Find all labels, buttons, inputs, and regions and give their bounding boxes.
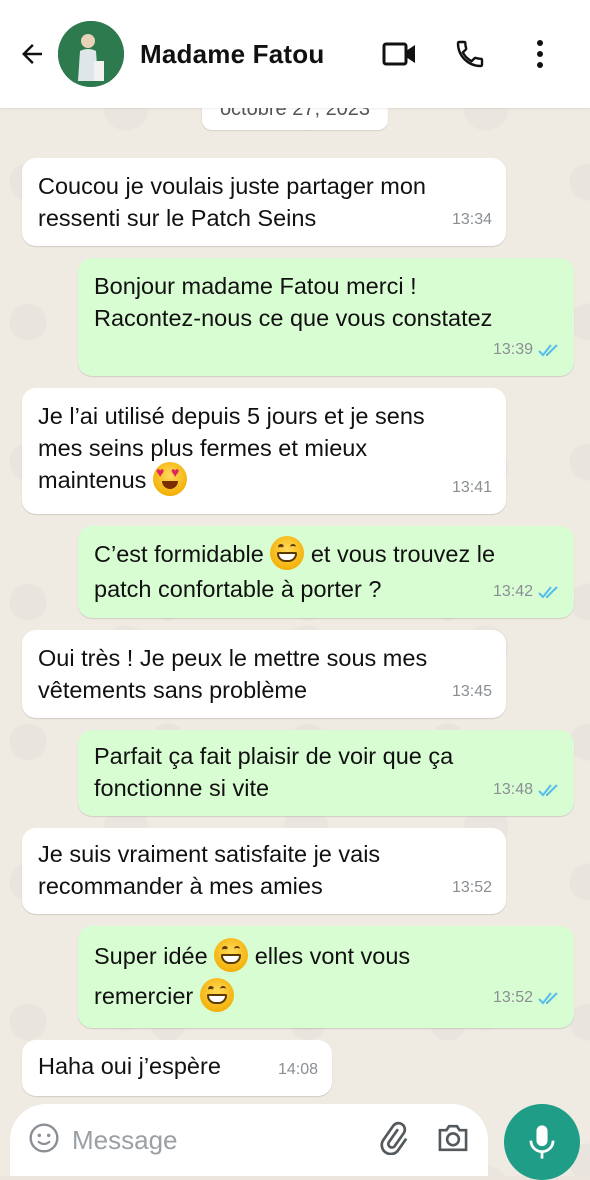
grin-emoji-icon xyxy=(199,977,234,1012)
message-time: 13:39 xyxy=(492,341,533,358)
message-time: 14:08 xyxy=(277,1061,318,1078)
message-time: 13:41 xyxy=(451,479,492,496)
message-incoming[interactable]: Oui très ! Je peux le mettre sous mes vê… xyxy=(22,630,506,718)
message-outgoing[interactable]: Bonjour madame Fatou merci ! Racontez-no… xyxy=(78,258,574,376)
message-time: 13:52 xyxy=(451,879,492,896)
message-text: ressenti sur le Patch Seins xyxy=(38,205,317,231)
message-text: Je suis vraiment satisfaite je vais xyxy=(38,841,381,867)
mic-icon[interactable] xyxy=(504,1104,580,1180)
message-text: Haha oui j’espère xyxy=(38,1053,221,1079)
emoji-icon[interactable] xyxy=(28,1122,60,1159)
message-text: maintenus xyxy=(38,467,147,493)
grin-emoji-icon xyxy=(214,937,249,972)
read-receipt-icon xyxy=(538,784,558,797)
message-text: remercier xyxy=(94,983,194,1009)
message-text: Je l’ai utilisé depuis 5 jours et je sen… xyxy=(38,403,425,429)
message-text: et vous trouvez le xyxy=(310,541,496,567)
attach-icon[interactable] xyxy=(376,1121,410,1160)
message-time: 13:45 xyxy=(451,683,492,700)
grin-emoji-icon xyxy=(270,535,305,570)
avatar[interactable] xyxy=(58,21,124,87)
message-incoming[interactable]: Coucou je voulais juste partager mon res… xyxy=(22,158,506,246)
video-call-icon[interactable] xyxy=(380,34,420,74)
message-incoming[interactable]: Haha oui j’espère 14:08 xyxy=(22,1040,332,1096)
message-text: Coucou je voulais juste partager mon xyxy=(38,173,426,199)
message-text: fonctionne si vite xyxy=(94,775,270,801)
message-outgoing[interactable]: Parfait ça fait plaisir de voir que ça f… xyxy=(78,730,574,816)
camera-icon[interactable] xyxy=(436,1123,470,1158)
message-incoming[interactable]: Je l’ai utilisé depuis 5 jours et je sen… xyxy=(22,388,506,514)
chat-header: Madame Fatou xyxy=(0,0,590,108)
contact-name[interactable]: Madame Fatou xyxy=(140,39,324,70)
message-input-bar[interactable]: Message xyxy=(10,1104,488,1176)
read-receipt-icon xyxy=(538,586,558,599)
voice-call-icon[interactable] xyxy=(450,34,490,74)
message-time: 13:42 xyxy=(492,583,533,600)
message-text: Oui très ! Je peux le mettre sous mes xyxy=(38,645,428,671)
message-outgoing[interactable]: C’est formidable et vous trouvez le patc… xyxy=(78,526,574,618)
message-incoming[interactable]: Je suis vraiment satisfaite je vais reco… xyxy=(22,828,506,914)
message-text: recommander à mes amies xyxy=(38,873,323,899)
read-receipt-icon xyxy=(538,992,558,1005)
message-input[interactable]: Message xyxy=(72,1125,178,1156)
back-arrow-icon[interactable] xyxy=(10,32,54,76)
message-text: C’est formidable xyxy=(94,541,264,567)
message-text: patch confortable à porter ? xyxy=(94,575,382,602)
message-text: Super idée xyxy=(94,943,208,969)
message-time: 13:48 xyxy=(492,781,533,798)
message-time: 13:52 xyxy=(492,989,533,1006)
more-options-icon[interactable] xyxy=(520,34,560,74)
message-text: Bonjour madame Fatou merci ! xyxy=(94,273,417,299)
message-text: Parfait ça fait plaisir de voir que ça xyxy=(94,743,454,769)
heart-eyes-emoji-icon xyxy=(152,461,187,496)
message-time: 13:34 xyxy=(451,211,492,228)
message-text: vêtements sans problème xyxy=(38,677,308,703)
read-receipt-icon xyxy=(538,344,558,357)
message-outgoing[interactable]: Super idée elles vont vous remercier 13:… xyxy=(78,926,574,1028)
message-text: mes seins plus fermes et mieux xyxy=(38,435,368,461)
message-text: Racontez-nous ce que vous constatez xyxy=(94,305,493,331)
message-text: elles vont vous xyxy=(254,943,411,969)
